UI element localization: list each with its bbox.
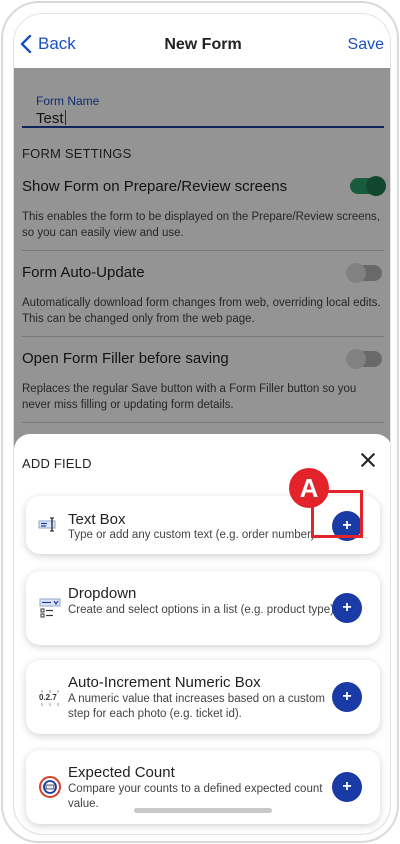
nav-bar: Back New Form Save bbox=[14, 14, 390, 68]
expected-count-icon bbox=[39, 776, 61, 798]
field-title: Auto-Increment Numeric Box bbox=[68, 674, 261, 691]
text-box-icon bbox=[38, 517, 56, 532]
field-title: Dropdown bbox=[68, 585, 137, 602]
close-icon[interactable] bbox=[354, 446, 382, 474]
field-option-numeric-box[interactable]: 0.2.7 Auto-Increment Numeric Box A numer… bbox=[26, 660, 380, 734]
field-title: Expected Count bbox=[68, 764, 175, 781]
annotation-badge: A bbox=[289, 468, 329, 508]
dropdown-icon bbox=[39, 598, 61, 618]
field-description: Type or add any custom text (e.g. order … bbox=[68, 529, 318, 541]
phone-screen-border: Back New Form Save Form Name Test FORM S… bbox=[13, 13, 391, 835]
field-title: Text Box bbox=[68, 511, 126, 528]
save-button[interactable]: Save bbox=[348, 36, 384, 54]
home-indicator bbox=[134, 808, 272, 813]
field-option-dropdown[interactable]: Dropdown Create and select options in a … bbox=[26, 571, 380, 645]
field-description: A numeric value that increases based on … bbox=[68, 693, 325, 720]
field-description: Create and select options in a list (e.g… bbox=[68, 604, 338, 616]
phone-frame: Back New Form Save Form Name Test FORM S… bbox=[1, 1, 399, 843]
numeric-box-icon: 0.2.7 bbox=[39, 690, 59, 706]
add-numeric-box-button[interactable]: + bbox=[332, 682, 362, 712]
page-title: New Form bbox=[164, 36, 242, 53]
add-dropdown-button[interactable]: + bbox=[332, 593, 362, 623]
screen: Back New Form Save Form Name Test FORM S… bbox=[14, 14, 390, 834]
sheet-title: ADD FIELD bbox=[22, 456, 92, 471]
add-expected-count-button[interactable]: + bbox=[332, 772, 362, 802]
svg-text:0.2.7: 0.2.7 bbox=[39, 693, 57, 702]
